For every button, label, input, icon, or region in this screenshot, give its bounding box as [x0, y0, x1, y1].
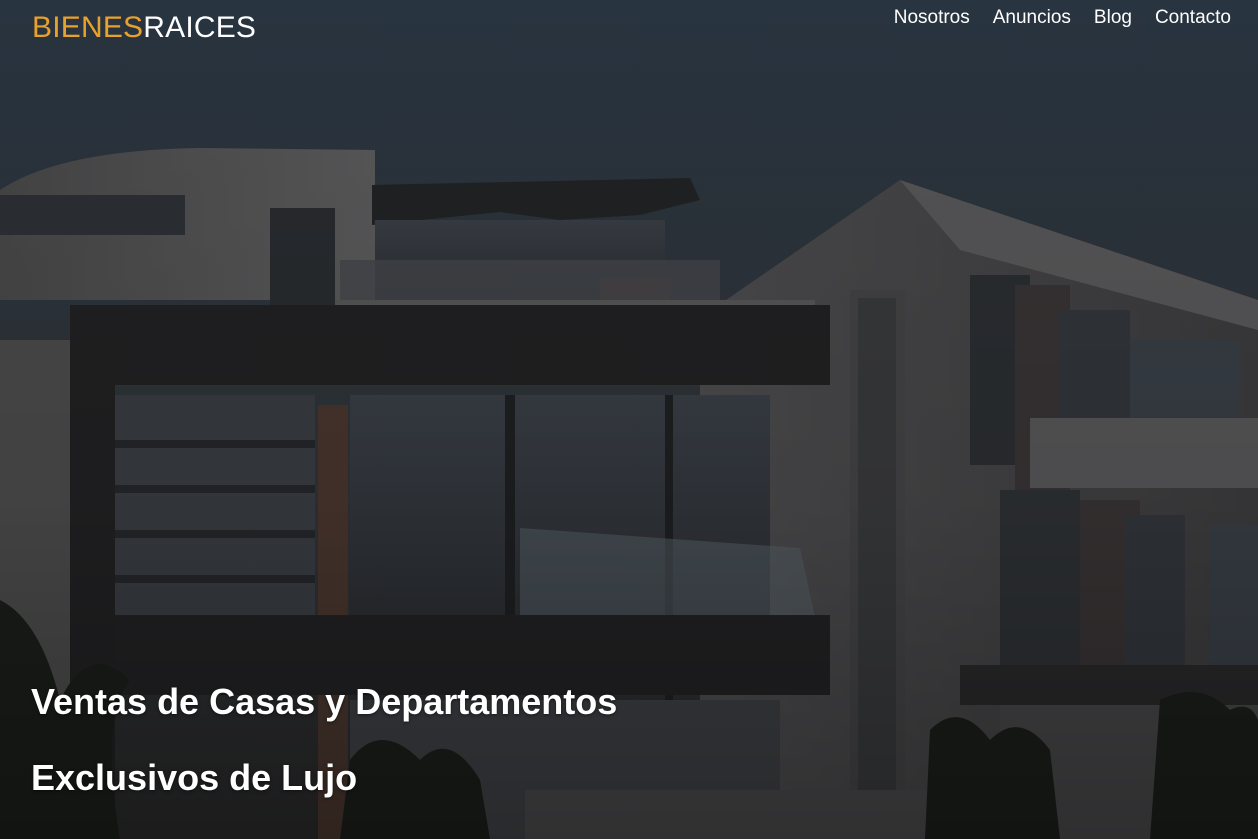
site-logo[interactable]: BIENESRAICES	[32, 10, 256, 46]
nav-link-nosotros[interactable]: Nosotros	[894, 6, 970, 30]
hero-heading-line-1: Ventas de Casas y Departamentos	[31, 681, 618, 722]
logo-text-raices: RAICES	[143, 11, 257, 44]
main-navigation: Nosotros Anuncios Blog Contacto	[894, 6, 1231, 30]
logo-text-bienes: BIENES	[32, 11, 144, 44]
nav-link-anuncios[interactable]: Anuncios	[993, 6, 1071, 30]
nav-link-blog[interactable]: Blog	[1094, 6, 1132, 30]
nav-link-contacto[interactable]: Contacto	[1155, 6, 1231, 30]
site-header: BIENESRAICES Nosotros Anuncios Blog Cont…	[0, 0, 1258, 60]
hero-heading-line-2: Exclusivos de Lujo	[31, 757, 358, 798]
